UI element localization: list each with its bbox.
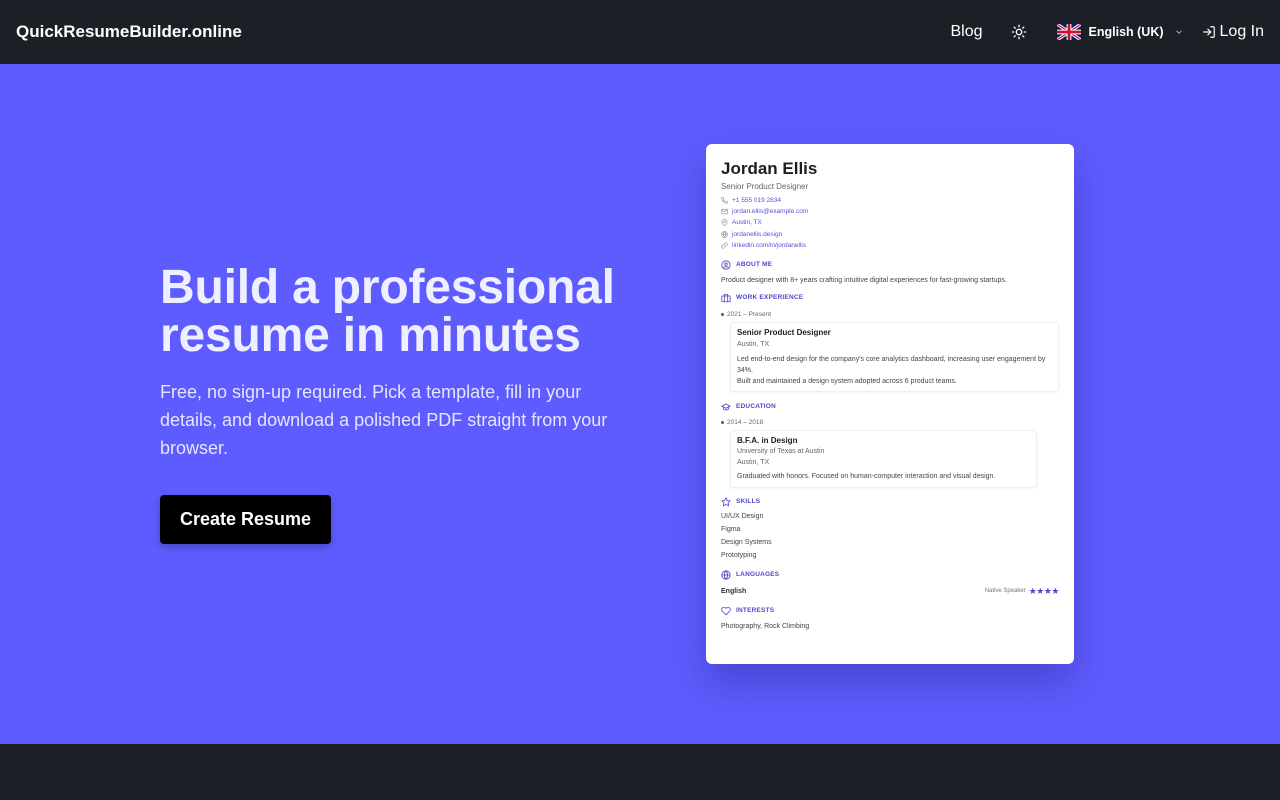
language-label: English (UK) [1088,25,1164,39]
skill-item: UI/UX Design [721,512,764,520]
hero-headline: Build a professional resume in minutes [160,264,640,360]
education-degree: B.F.A. in Design [737,435,798,445]
contact-location-text: Austin, TX [732,219,762,227]
work-date: 2021 – Present [721,311,1059,318]
education-heading: EDUCATION [721,402,1059,412]
interests-heading-text: INTERESTS [736,607,775,615]
work-location: Austin, TX [737,340,770,348]
nav-right: Blog English (UK) Log In [950,0,1264,64]
contact-website-text: jordanellis.design [732,230,783,238]
language-name: English [721,587,747,595]
interests-text: Photography, Rock Climbing [721,622,810,630]
skill-item: Figma [721,525,741,533]
contact-location: Austin, TX [721,217,1059,228]
contact-email: jordan.ellis@example.com [721,206,1059,217]
chevron-down-icon [1175,30,1182,34]
skills-heading-text: SKILLS [736,498,761,506]
phone-icon [721,197,728,204]
theme-toggle-button[interactable] [1007,20,1031,44]
contact-website: jordanellis.design [721,229,1059,240]
work-bullet-2: Built and maintained a design system ado… [737,377,957,385]
hero-subtext: Free, no sign-up required. Pick a templa… [160,382,608,458]
contact-email-text: jordan.ellis@example.com [732,208,809,216]
blog-link[interactable]: Blog [950,23,982,41]
contact-phone: +1 555 019 2834 [721,195,1059,206]
language-level: Native Speaker ★★★★ [984,585,1060,597]
education-note: Graduated with honors. Focused on human-… [737,472,996,480]
brand-logo-link[interactable]: QuickResumeBuilder.online [16,22,242,42]
globe-icon [721,230,728,238]
timeline-dot [721,420,724,424]
about-heading-text: ABOUT ME [736,261,773,269]
languages-heading: LANGUAGES [721,570,1059,580]
education-location: Austin, TX [737,458,770,466]
footer [0,744,1280,800]
education-date-text: 2014 – 2018 [727,418,764,426]
mail-icon [721,209,728,215]
work-role: Senior Product Designer [737,327,831,337]
language-selector[interactable]: English (UK) [1056,24,1184,40]
contact-phone-text: +1 555 019 2834 [732,197,781,205]
star-icon [721,496,731,507]
interests-heading: INTERESTS [721,606,1059,616]
work-date-text: 2021 – Present [727,310,772,318]
resume-contacts: +1 555 019 2834 jordan.ellis@example.com… [721,195,1059,251]
education-heading-text: EDUCATION [736,403,776,411]
skills-heading: SKILLS [721,496,1059,507]
timeline-dot [721,312,724,316]
skill-item: Prototyping [721,551,757,559]
resume-preview: Jordan Ellis Senior Product Designer +1 … [706,144,1074,664]
language-level-text: Native Speaker [984,588,1026,595]
work-bullet-1: Led end-to-end design for the company's … [737,355,1046,374]
education-card: B.F.A. in Design University of Texas at … [730,429,1037,488]
briefcase-icon [721,293,731,303]
work-heading-text: WORK EXPERIENCE [736,294,804,302]
hero-text: Build a professional resume in minutes F… [160,264,640,544]
education-school: University of Texas at Austin [737,447,825,455]
resume-title: Senior Product Designer [721,182,809,191]
create-resume-button[interactable]: Create Resume [160,495,332,544]
skill-item: Design Systems [721,538,772,546]
globe-icon [721,570,731,580]
headline-line1: Build a professional [160,261,615,314]
graduation-cap-icon [721,403,731,411]
languages-heading-text: LANGUAGES [736,571,780,579]
language-row: English Native Speaker ★★★★ [721,585,1060,597]
user-circle-icon [721,260,731,270]
login-link[interactable]: Log In [1202,23,1264,41]
contact-linkedin-text: linkedin.com/in/jordanellis [732,241,807,249]
navbar: QuickResumeBuilder.online Blog English (… [0,0,1280,64]
uk-flag-icon [1056,24,1081,40]
about-text: Product designer with 8+ years crafting … [721,276,1007,284]
contact-linkedin: linkedin.com/in/jordanellis [721,240,1059,251]
resume-name: Jordan Ellis [721,159,818,178]
heart-icon [721,606,731,616]
headline-line2: resume in minutes [160,309,581,362]
language-stars: ★★★★ [1028,585,1060,596]
login-label: Log In [1219,23,1264,40]
education-date: 2014 – 2018 [721,419,1059,426]
login-icon [1202,26,1215,38]
map-pin-icon [721,219,728,227]
sun-icon [1011,24,1026,40]
about-heading: ABOUT ME [721,260,1059,270]
link-icon [721,242,728,249]
skills-list: UI/UX Design Figma Design Systems Protot… [721,513,1059,565]
work-heading: WORK EXPERIENCE [721,293,1059,303]
work-card: Senior Product Designer Austin, TX Led e… [730,321,1059,392]
hero-section: Build a professional resume in minutes F… [0,64,1280,744]
